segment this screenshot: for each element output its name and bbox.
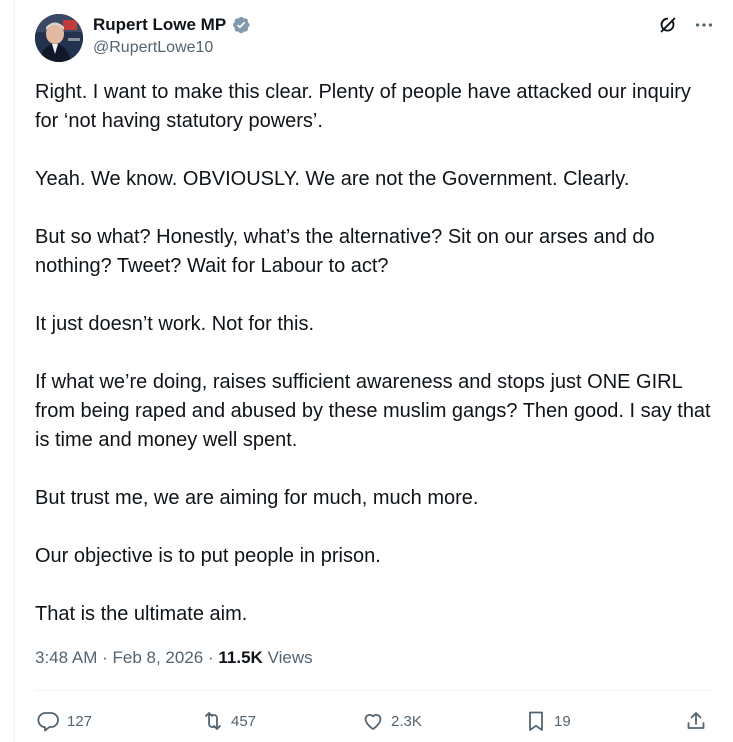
- avatar-photo: [35, 14, 83, 62]
- tweet-paragraph: But trust me, we are aiming for much, mu…: [35, 487, 479, 509]
- reply-icon: [37, 712, 59, 732]
- views-label: Views: [267, 648, 313, 667]
- tweet-paragraph: Right. I want to make this clear. Plenty…: [35, 81, 691, 132]
- repost-count: 457: [231, 712, 257, 730]
- author-name-row[interactable]: Rupert Lowe MP: [93, 14, 251, 36]
- tweet-paragraph: If what we’re doing, raises sufficient a…: [35, 371, 711, 451]
- header-icons: [657, 14, 715, 36]
- grok-icon[interactable]: [657, 14, 679, 36]
- bookmark-icon: [529, 711, 543, 731]
- share-icon: [687, 712, 705, 729]
- tweet-paragraph: It just doesn’t work. Not for this.: [35, 313, 314, 335]
- display-name[interactable]: Rupert Lowe MP: [93, 14, 226, 36]
- tweet-paragraph: Yeah. We know. OBVIOUSLY. We are not the…: [35, 168, 630, 190]
- verified-badge-icon[interactable]: [231, 15, 251, 35]
- tweet-date[interactable]: Feb 8, 2026: [113, 648, 204, 667]
- heart-icon: [364, 714, 382, 730]
- author-handle[interactable]: @RupertLowe10: [93, 38, 213, 58]
- reply-button[interactable]: 127: [37, 703, 92, 739]
- more-icon[interactable]: [693, 14, 715, 36]
- tweet-paragraph: Our objective is to put people in prison…: [35, 545, 381, 567]
- avatar[interactable]: [35, 14, 83, 62]
- bookmark-count: 19: [554, 712, 571, 730]
- meta-separator: ·: [208, 648, 214, 667]
- reply-count: 127: [67, 712, 93, 730]
- views-count: 11.5K: [218, 648, 263, 667]
- tweet-text: Right. I want to make this clear. Plenty…: [35, 78, 715, 658]
- repost-button[interactable]: 457: [201, 703, 256, 739]
- action-bar: 127 457 2.3K 19: [35, 703, 714, 739]
- like-count: 2.3K: [391, 712, 422, 730]
- like-button[interactable]: 2.3K: [361, 703, 422, 739]
- tweet-paragraph: But so what? Honestly, what’s the altern…: [35, 226, 655, 277]
- divider: [35, 690, 714, 691]
- tweet-meta: 3:48 AM · Feb 8, 2026 · 11.5K Views: [35, 647, 313, 669]
- bookmark-button[interactable]: 19: [524, 703, 571, 739]
- tweet-paragraph: That is the ultimate aim.: [35, 603, 248, 625]
- meta-separator: ·: [102, 648, 108, 667]
- share-button[interactable]: [684, 703, 708, 739]
- repost-icon: [205, 712, 221, 730]
- tweet-time[interactable]: 3:48 AM: [35, 648, 97, 667]
